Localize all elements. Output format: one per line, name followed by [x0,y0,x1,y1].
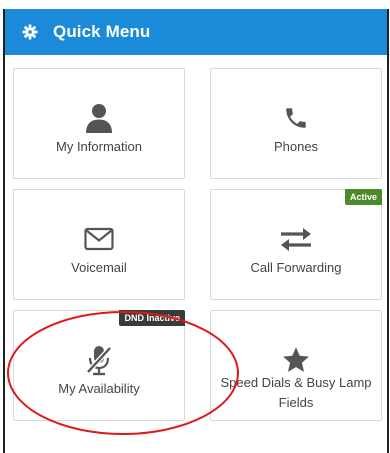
tile-label: Speed Dials & Busy Lamp Fields [220,375,372,410]
tile-label: Call Forwarding [250,260,342,275]
status-badge: DND Inactive [119,310,185,326]
tile-voicemail[interactable]: Voicemail [13,189,185,300]
status-badge: Active [344,189,382,205]
quick-menu-panel: Quick Menu My Information Phones Voicema… [3,9,389,453]
tile-speed-dials[interactable]: Speed Dials & Busy Lamp Fields [210,310,382,421]
arrows-exchange-icon [211,224,381,254]
envelope-icon [14,224,184,254]
quick-menu-title: Quick Menu [53,22,151,41]
tile-label: Voicemail [71,260,127,275]
gear-icon [21,23,39,41]
tile-label: My Availability [58,381,140,396]
tile-phones[interactable]: Phones [210,68,382,179]
tile-my-availability[interactable]: DND Inactive My Availability [13,310,185,421]
star-icon [211,345,381,375]
user-icon [14,103,184,133]
tile-label: My Information [56,139,142,154]
tile-my-information[interactable]: My Information [13,68,185,179]
tile-call-forwarding[interactable]: Active Call Forwarding [210,189,382,300]
tile-label: Phones [273,139,319,154]
microphone-slash-icon [14,345,184,376]
quick-menu-header: Quick Menu [5,9,387,55]
phone-icon [211,103,381,133]
